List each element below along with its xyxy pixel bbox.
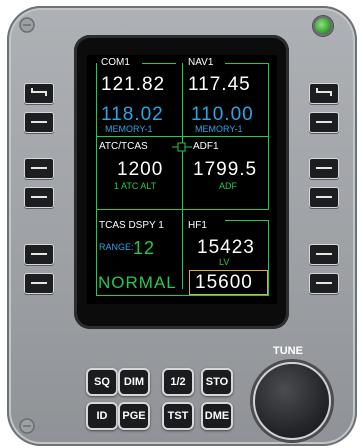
bottom-divider <box>96 295 269 296</box>
adf1-frequency: 1799.5 <box>193 159 258 180</box>
com1-frame-top <box>142 63 176 64</box>
display-screen: COM1 121.82 118.02 MEMORY-1 NAV1 117.45 … <box>87 55 277 304</box>
half-button[interactable]: 1/2 <box>162 368 194 396</box>
pge-button[interactable]: PGE <box>118 402 150 430</box>
hf-frame-top <box>225 220 269 221</box>
swap-icon <box>31 88 47 96</box>
status-led-icon <box>313 16 333 36</box>
adf1-sub-label: ADF <box>219 181 237 191</box>
lsk-right-5-button[interactable] <box>309 244 339 265</box>
lsk-left-4-button[interactable] <box>24 187 54 208</box>
com1-standby-label: MEMORY-1 <box>105 124 153 134</box>
tst-button[interactable]: TST <box>162 402 194 430</box>
dash-icon <box>316 196 332 198</box>
hf1-standby-box[interactable]: 15600 <box>189 270 268 295</box>
lsk-right-6-button[interactable] <box>309 273 339 294</box>
nav1-active-frequency: 117.45 <box>188 74 251 95</box>
row1-divider <box>96 136 269 137</box>
hf1-active-label: LV <box>219 257 230 267</box>
dash-icon <box>316 282 332 284</box>
swap-icon <box>316 88 332 96</box>
lsk-right-3-button[interactable] <box>309 158 339 179</box>
lsk-left-6-button[interactable] <box>24 273 54 294</box>
adf1-title: ADF1 <box>193 141 219 152</box>
tune-label: TUNE <box>273 345 303 357</box>
com1-title: COM1 <box>101 57 130 68</box>
atc-sub-label: 1 ATC ALT <box>114 181 157 191</box>
nav1-frame-top <box>225 63 268 64</box>
atc-title: ATC/TCAS <box>99 141 150 152</box>
dim-button[interactable]: DIM <box>118 368 150 396</box>
lsk-left-5-button[interactable] <box>24 244 54 265</box>
id-button[interactable]: ID <box>86 402 118 430</box>
sq-button[interactable]: SQ <box>86 368 118 396</box>
tcas-range-label: RANGE: <box>99 242 134 252</box>
hf-frame-right <box>268 220 269 296</box>
link-connector-icon <box>172 142 192 152</box>
hf1-standby-frequency: 15600 <box>195 272 253 293</box>
lsk-right-4-button[interactable] <box>309 187 339 208</box>
dash-icon <box>316 121 332 123</box>
sto-button[interactable]: STO <box>201 368 233 396</box>
dash-icon <box>31 196 47 198</box>
tune-knob[interactable] <box>253 362 331 440</box>
tcas-mode: NORMAL <box>98 273 177 292</box>
hf1-active-frequency: 15423 <box>197 237 255 258</box>
dash-icon <box>31 253 47 255</box>
com1-standby-frequency: 118.02 <box>101 104 164 125</box>
dash-icon <box>31 121 47 123</box>
atc-code: 1200 <box>117 159 164 180</box>
lsk-right-1-swap-button[interactable] <box>309 83 339 104</box>
hf1-title: HF1 <box>188 220 209 231</box>
center-divider <box>182 63 183 289</box>
tcas-range-value: 12 <box>133 238 156 258</box>
nav1-standby-frequency: 110.00 <box>191 104 254 125</box>
dash-icon <box>31 167 47 169</box>
nav1-frame-right <box>268 63 269 137</box>
lower-left-frame <box>96 136 97 296</box>
dash-icon <box>31 282 47 284</box>
com1-frame-left <box>96 63 97 137</box>
row2-divider <box>96 209 269 210</box>
dme-button[interactable]: DME <box>201 402 233 430</box>
lsk-left-3-button[interactable] <box>24 158 54 179</box>
tcas-title: TCAS DSPY 1 <box>99 220 166 231</box>
corner-screw-icon <box>19 17 35 33</box>
lsk-right-2-button[interactable] <box>309 112 339 133</box>
com1-active-frequency: 121.82 <box>101 74 166 95</box>
nav1-standby-label: MEMORY-1 <box>195 124 243 134</box>
dash-icon <box>316 253 332 255</box>
nav1-title: NAV1 <box>188 57 214 68</box>
lsk-left-1-swap-button[interactable] <box>24 83 54 104</box>
adf-frame-right <box>268 136 269 210</box>
dash-icon <box>316 167 332 169</box>
lsk-left-2-button[interactable] <box>24 112 54 133</box>
corner-screw-icon <box>19 418 35 434</box>
